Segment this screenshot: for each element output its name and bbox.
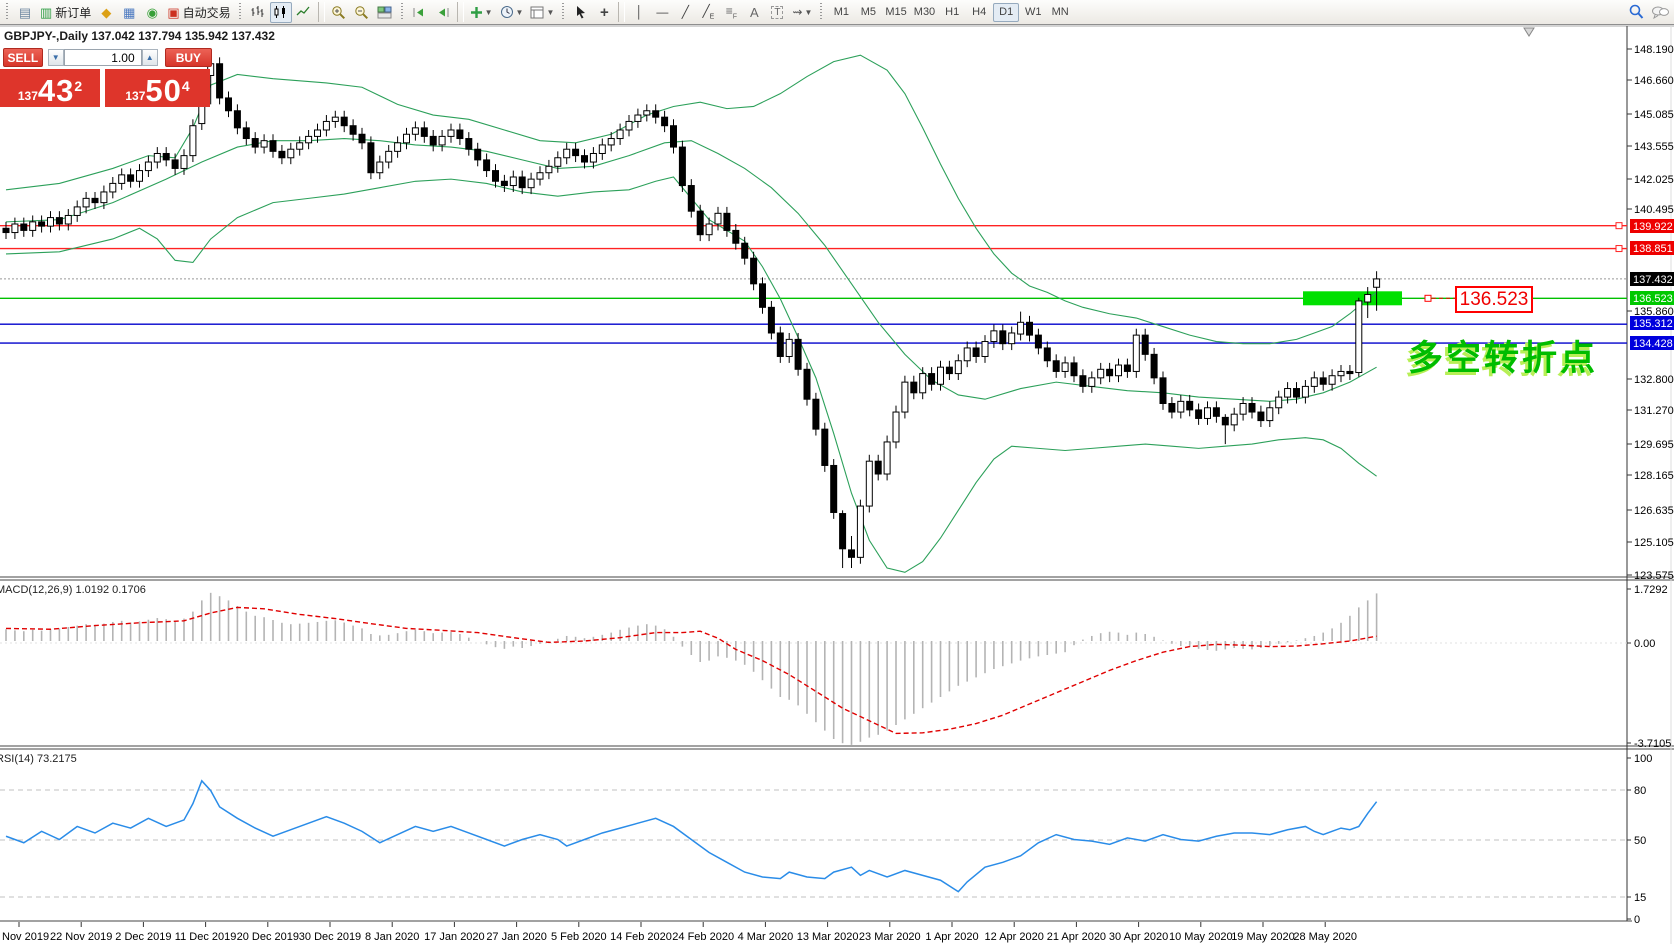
bollinger-bands: [6, 55, 1377, 572]
price-badge: 138.851: [1633, 243, 1673, 255]
sell-price-big: 43: [38, 76, 74, 106]
price-axis-label: 143.555: [1634, 141, 1674, 153]
volume-down-button[interactable]: ▼: [48, 49, 64, 66]
price-flag-label[interactable]: 136.523: [1455, 286, 1533, 313]
macd-axis-label: 0.00: [1634, 638, 1655, 650]
date-axis-label: 2 Dec 2019: [115, 931, 171, 943]
price-axis-label: 148.190: [1634, 44, 1674, 56]
date-axis-label: 19 May 2020: [1231, 931, 1295, 943]
sell-price-prefix: 137: [18, 89, 38, 103]
horizontal-level-lines[interactable]: [0, 223, 1627, 343]
buy-price-sup: 4: [182, 78, 190, 94]
price-badge: 134.428: [1633, 338, 1673, 350]
chart-shift-marker[interactable]: [1524, 28, 1534, 36]
date-axis-label: 28 May 2020: [1293, 931, 1357, 943]
price-axis-label: 123.575: [1634, 570, 1674, 582]
price-axis-label: 131.270: [1634, 405, 1674, 417]
date-axis-label: 4 Mar 2020: [738, 931, 794, 943]
rsi-axis-label: 0: [1634, 914, 1640, 926]
sell-price-sup: 2: [74, 78, 82, 94]
date-axis-label: 20 Dec 2019: [237, 931, 299, 943]
price-axis-label: 128.165: [1634, 470, 1674, 482]
macd-panel: 1.7292 0.00 -3.7105: [0, 584, 1671, 750]
buy-price-display[interactable]: 137504: [105, 69, 210, 107]
date-axis-label: 27 Jan 2020: [486, 931, 547, 943]
buy-price-prefix: 137: [125, 89, 145, 103]
date-axis-label: 13 Mar 2020: [797, 931, 859, 943]
one-click-trade-panel: SELL ▼ 1.00 ▲ BUY 137432 137504: [0, 48, 212, 107]
date-axis-label: 12 Apr 2020: [985, 931, 1044, 943]
price-axis-label: 145.085: [1634, 109, 1674, 121]
price-axis-label: 125.105: [1634, 537, 1674, 549]
candlestick-series: [3, 54, 1380, 568]
date-axis-label: 22 Nov 2019: [50, 931, 112, 943]
price-axis[interactable]: 148.190 146.660 145.085 143.555 142.025 140.4…: [1627, 44, 1674, 582]
date-axis-label: 30 Dec 2019: [299, 931, 361, 943]
buy-button[interactable]: BUY: [165, 48, 212, 67]
trading-terminal-window: ▤▥新订单◆▦◉▣自动交易▼▼▼+│—╱╱E≡FAT⇝▼M1M5M15M30H1…: [0, 0, 1674, 944]
date-axis-label: 17 Jan 2020: [424, 931, 485, 943]
price-axis-label: 126.635: [1634, 505, 1674, 517]
rsi-axis-label: 15: [1634, 892, 1646, 904]
symbol-name: GBPJPY-,Daily: [4, 29, 88, 43]
date-axis-label: 11 Dec 2019: [175, 931, 237, 943]
price-badge: 135.312: [1633, 318, 1673, 330]
price-badge: 139.922: [1633, 221, 1673, 233]
date-axis-label: 21 Apr 2020: [1047, 931, 1106, 943]
date-axis-label: 8 Jan 2020: [365, 931, 419, 943]
date-axis-label: 1 Apr 2020: [925, 931, 978, 943]
rsi-axis-label: 80: [1634, 785, 1646, 797]
highlight-rectangle[interactable]: [1303, 291, 1402, 305]
macd-axis-label: 1.7292: [1634, 584, 1668, 596]
chart-title: GBPJPY-,Daily 137.042 137.794 135.942 13…: [4, 29, 275, 43]
price-badge: 137.432: [1633, 274, 1673, 286]
buy-price-big: 50: [145, 76, 181, 106]
date-axis-label: 23 Mar 2020: [859, 931, 921, 943]
rsi-axis-label: 100: [1634, 753, 1652, 765]
date-axis-label: Nov 2019: [2, 931, 49, 943]
rsi-axis-label: 50: [1634, 835, 1646, 847]
ohlc-values: 137.042 137.794 135.942 137.432: [91, 29, 275, 43]
chinese-annotation[interactable]: 多空转折点: [1408, 330, 1598, 381]
price-axis-label: 140.495: [1634, 204, 1674, 216]
sell-button[interactable]: SELL: [3, 48, 43, 67]
volume-input[interactable]: 1.00: [64, 49, 142, 66]
price-axis-label: 129.695: [1634, 439, 1674, 451]
rsi-indicator-label: RSI(14) 73.2175: [0, 753, 77, 765]
price-axis-label: 146.660: [1634, 75, 1674, 87]
macd-indicator-label: MACD(12,26,9) 1.0192 0.1706: [0, 584, 146, 596]
macd-axis-label: -3.7105: [1634, 738, 1671, 750]
sell-price-display[interactable]: 137432: [0, 69, 100, 107]
date-axis-label: 14 Feb 2020: [610, 931, 672, 943]
price-axis-label: 142.025: [1634, 174, 1674, 186]
rsi-panel: 100 80 50 15 0: [0, 753, 1652, 926]
date-axis-label: 24 Feb 2020: [672, 931, 734, 943]
date-axis[interactable]: Nov 201922 Nov 20192 Dec 2019 11 Dec 2019…: [2, 922, 1357, 943]
price-axis-label: 132.800: [1634, 374, 1674, 386]
date-axis-label: 10 May 2020: [1169, 931, 1233, 943]
chart-canvas[interactable]: 148.190 146.660 145.085 143.555 142.025 140.4…: [0, 0, 1674, 944]
date-axis-label: 30 Apr 2020: [1109, 931, 1168, 943]
date-axis-label: 5 Feb 2020: [551, 931, 607, 943]
price-badge: 136.523: [1633, 293, 1673, 305]
volume-up-button[interactable]: ▲: [142, 49, 158, 66]
